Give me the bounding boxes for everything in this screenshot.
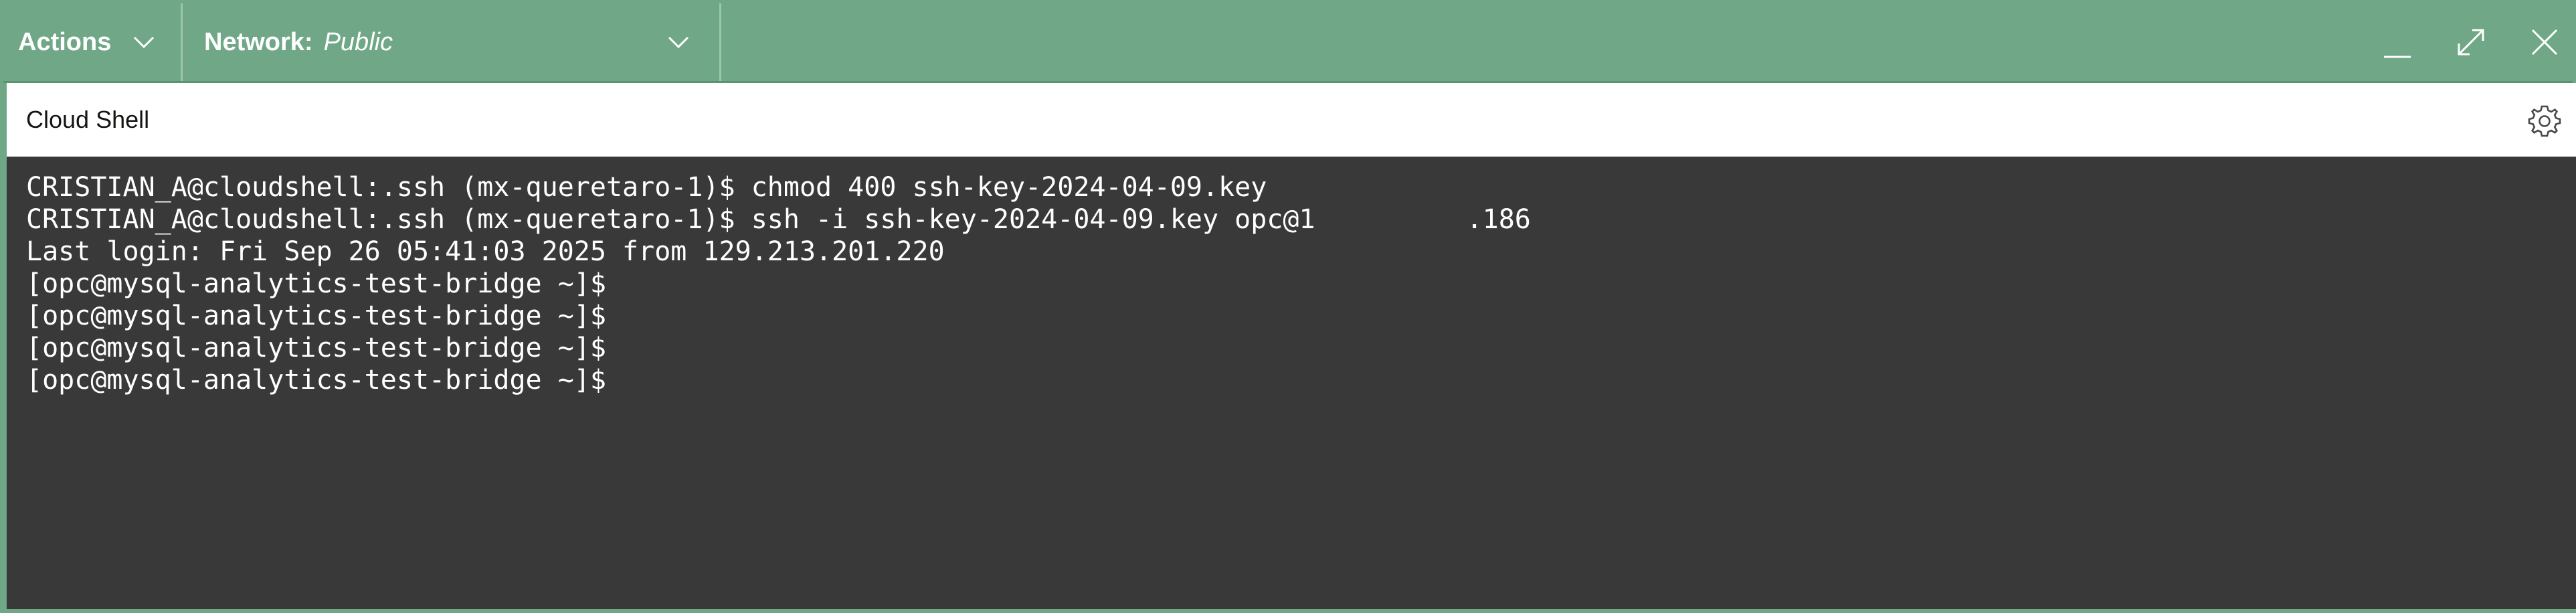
cloud-shell-window: Actions Network: Public Cloud Shell CRIS… (0, 0, 2576, 613)
terminal-output[interactable]: CRISTIAN_A@cloudshell:.ssh (mx-queretaro… (7, 157, 2576, 609)
terminal-line: [opc@mysql-analytics-test-bridge ~]$ (26, 268, 606, 299)
network-dropdown[interactable]: Network: Public (185, 3, 721, 81)
terminal-line: CRISTIAN_A@cloudshell:.ssh (mx-queretaro… (26, 172, 1267, 203)
terminal-line: [opc@mysql-analytics-test-bridge ~]$ (26, 300, 606, 331)
terminal-line: Last login: Fri Sep 26 05:41:03 2025 fro… (26, 236, 945, 267)
settings-button[interactable] (2526, 103, 2563, 139)
terminal-line: CRISTIAN_A@cloudshell:.ssh (mx-queretaro… (26, 203, 2576, 236)
terminal-line: [opc@mysql-analytics-test-bridge ~]$ (26, 333, 606, 363)
minimize-icon (2377, 22, 2417, 62)
close-button[interactable] (2524, 22, 2565, 62)
maximize-icon (2451, 22, 2491, 62)
gear-icon (2526, 103, 2563, 139)
terminal-line-suffix: .186 (1466, 204, 1531, 235)
cloud-shell-titlebar: Cloud Shell (7, 83, 2576, 157)
maximize-button[interactable] (2451, 22, 2491, 62)
network-dropdown-label: Network: (204, 27, 313, 56)
window-title: Cloud Shell (26, 106, 150, 133)
actions-dropdown[interactable]: Actions (3, 3, 183, 81)
chevron-down-icon (132, 30, 156, 54)
terminal-line: [opc@mysql-analytics-test-bridge ~]$ (26, 365, 606, 396)
terminal-line-text: CRISTIAN_A@cloudshell:.ssh (mx-queretaro… (26, 204, 1315, 235)
actions-dropdown-label: Actions (18, 27, 112, 56)
cloud-shell-toolbar: Actions Network: Public (3, 3, 2573, 83)
chevron-down-icon (666, 30, 691, 54)
redacted-ip-segment (1315, 207, 1467, 234)
network-dropdown-value: Public (323, 27, 393, 56)
minimize-button[interactable] (2377, 22, 2417, 62)
close-icon (2524, 22, 2565, 62)
